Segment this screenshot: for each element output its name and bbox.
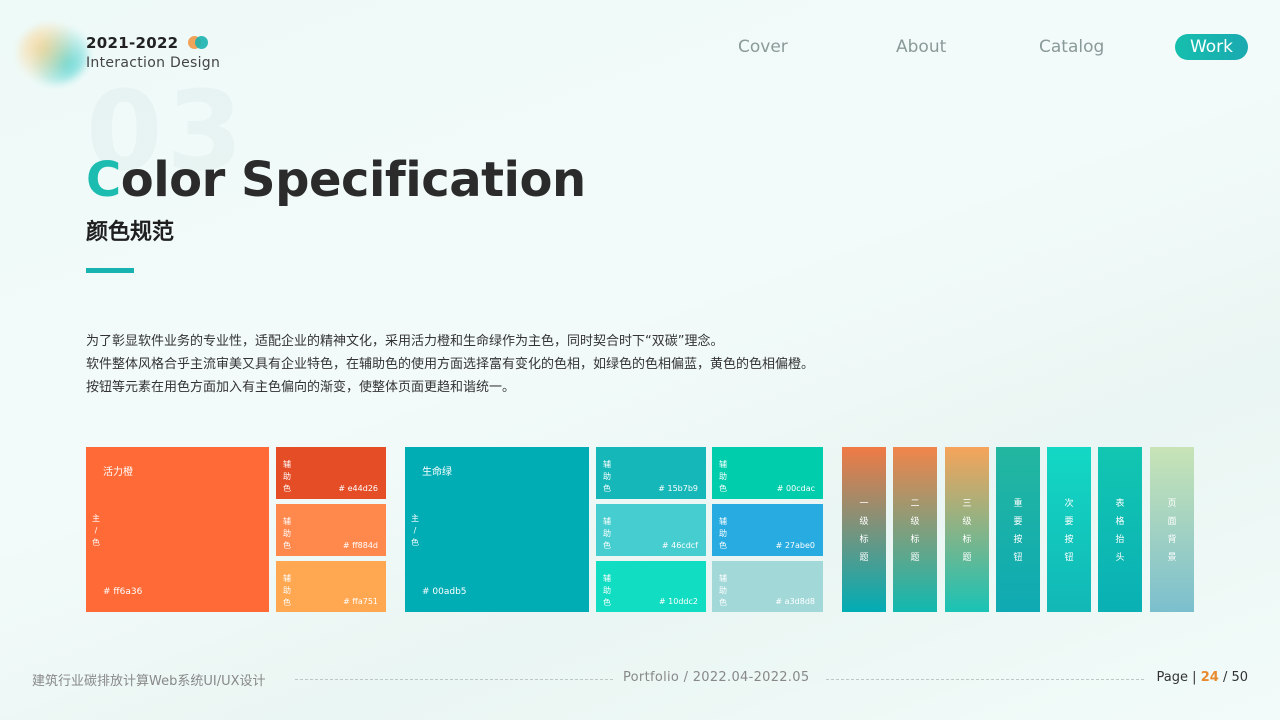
swatch-tag: 辅助色 [719, 517, 727, 550]
title-underline-bar [86, 268, 134, 273]
brand-glow-decoration [18, 24, 88, 84]
description-line: 按钮等元素在用色方面加入有主色偏向的渐变，使整体页面更趋和谐统一。 [86, 380, 516, 395]
brand-dots-icon [187, 35, 212, 50]
swatch-hex: # ff6a36 [103, 587, 143, 597]
brand-block: 2021-2022 Interaction Design [86, 32, 220, 71]
gradient-label: 重要按钮 [1013, 499, 1023, 563]
page-title: Color Specification [86, 150, 586, 210]
swatch-tag: 辅助色 [283, 574, 291, 607]
page-current: 24 [1200, 670, 1219, 685]
swatch-orange-aux-3: 辅助色 # ffa751 [276, 561, 386, 612]
gradient-bar-table-header: 表格抬头 [1098, 447, 1142, 612]
page-subtitle: 颜色规范 [86, 220, 175, 245]
gradient-bar-heading-3: 三级标题 [945, 447, 989, 612]
brand-year: 2021-2022 [86, 33, 179, 52]
swatch-hex: # ffa751 [343, 597, 378, 606]
swatch-hex: # 00cdac [776, 484, 815, 493]
swatch-hex: # ff884d [342, 541, 378, 550]
footer-portfolio-dates: Portfolio / 2022.04-2022.05 [623, 670, 810, 685]
swatch-tag: 辅助色 [603, 574, 611, 607]
gradient-bar-heading-1: 一级标题 [842, 447, 886, 612]
swatch-tag: 辅助色 [719, 460, 727, 493]
gradient-bar-secondary-button: 次要按钮 [1047, 447, 1091, 612]
swatch-green-main: 生命绿 主 / 色 # 00adb5 [405, 447, 589, 612]
title-first-letter: C [86, 152, 121, 208]
swatch-hex: # 27abe0 [775, 541, 815, 550]
gradient-label: 一级标题 [859, 499, 869, 563]
nav-cover[interactable]: Cover [738, 34, 788, 60]
description-line: 为了彰显软件业务的专业性，适配企业的精神文化，采用活力橙和生命绿作为主色，同时契… [86, 334, 724, 349]
description: 为了彰显软件业务的专业性，适配企业的精神文化，采用活力橙和生命绿作为主色，同时契… [86, 330, 814, 399]
swatch-hex: # a3d8d8 [775, 597, 815, 606]
swatch-green-aux-2: 辅助色 # 00cdac [712, 447, 823, 499]
swatch-orange-aux-2: 辅助色 # ff884d [276, 504, 386, 556]
swatch-tag: 辅助色 [283, 517, 291, 550]
swatch-tag: 主 / 色 [411, 514, 419, 547]
footer-divider [826, 679, 1144, 680]
footer: 建筑行业碳排放计算Web系统UI/UX设计 Portfolio / 2022.0… [0, 668, 1280, 690]
swatch-green-aux-6: 辅助色 # a3d8d8 [712, 561, 823, 612]
swatch-green-aux-4: 辅助色 # 27abe0 [712, 504, 823, 556]
footer-project-title: 建筑行业碳排放计算Web系统UI/UX设计 [32, 674, 266, 689]
swatch-tag: 辅助色 [603, 517, 611, 550]
gradient-bar-heading-2: 二级标题 [893, 447, 937, 612]
swatch-tag: 辅助色 [603, 460, 611, 493]
page-label: Page [1156, 670, 1189, 685]
footer-page-indicator: Page | 24 / 50 [1157, 670, 1248, 685]
swatch-orange-aux-1: 辅助色 # e44d26 [276, 447, 386, 499]
gradient-label: 二级标题 [910, 499, 920, 563]
swatch-name: 生命绿 [422, 467, 452, 478]
swatch-green-aux-3: 辅助色 # 46cdcf [596, 504, 706, 556]
swatch-tag: 主 / 色 [92, 514, 100, 547]
nav-catalog[interactable]: Catalog [1039, 34, 1104, 60]
nav-work-active[interactable]: Work [1175, 34, 1248, 60]
swatch-hex: # e44d26 [338, 484, 378, 493]
swatch-green-aux-5: 辅助色 # 10ddc2 [596, 561, 706, 612]
footer-divider [295, 679, 613, 680]
gradient-bar-page-background: 页面背景 [1150, 447, 1194, 612]
nav-about[interactable]: About [896, 34, 946, 60]
swatch-tag: 辅助色 [283, 460, 291, 493]
gradient-label: 页面背景 [1167, 499, 1177, 563]
gradient-label: 次要按钮 [1064, 499, 1074, 563]
swatch-hex: # 15b7b9 [658, 484, 698, 493]
page-separator: | [1192, 670, 1197, 685]
swatch-green-aux-1: 辅助色 # 15b7b9 [596, 447, 706, 499]
gradient-label: 表格抬头 [1115, 499, 1125, 563]
swatch-hex: # 00adb5 [422, 587, 467, 597]
swatch-hex: # 10ddc2 [658, 597, 698, 606]
description-line: 软件整体风格合乎主流审美又具有企业特色，在辅助色的使用方面选择富有变化的色相，如… [86, 357, 815, 372]
swatch-orange-main: 活力橙 主 / 色 # ff6a36 [86, 447, 269, 612]
gradient-label: 三级标题 [962, 499, 972, 563]
title-rest: olor Specification [120, 152, 586, 208]
swatch-hex: # 46cdcf [661, 541, 698, 550]
swatch-tag: 辅助色 [719, 574, 727, 607]
gradient-bar-primary-button: 重要按钮 [996, 447, 1040, 612]
swatch-name: 活力橙 [103, 467, 133, 478]
page-total: / 50 [1222, 670, 1248, 685]
